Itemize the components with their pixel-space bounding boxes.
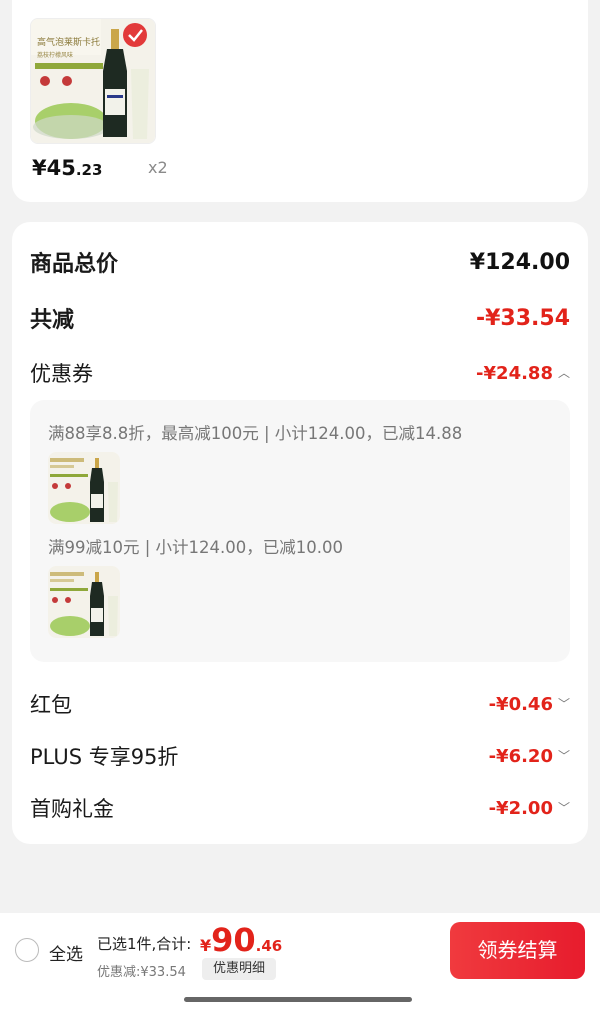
- firstbuy-gift-row[interactable]: 首购礼金 -¥2.00 ﹀: [30, 793, 570, 823]
- total-price-value: ¥124.00: [469, 249, 570, 275]
- product-quantity: x2: [148, 158, 168, 177]
- coupon-value: -¥24.88: [476, 362, 553, 384]
- select-all-radio[interactable]: [15, 938, 39, 962]
- coupon-label: 优惠券: [30, 362, 93, 386]
- chevron-up-icon[interactable]: ︿: [558, 364, 570, 381]
- coupon-row[interactable]: 优惠券 -¥24.88 ︿: [30, 358, 570, 388]
- plus-discount-value: -¥6.20: [488, 745, 553, 767]
- product-price-dec: .23: [75, 161, 103, 179]
- product-image-subtitle: 荔枝柠檬风味: [37, 51, 73, 59]
- plus-discount-label: PLUS 专享95折: [30, 745, 179, 769]
- coupon-product-image-2: [48, 566, 120, 638]
- discount-detail-button[interactable]: 优惠明细: [202, 958, 276, 980]
- total-price-row: 商品总价 ¥124.00: [30, 246, 570, 278]
- product-image[interactable]: 高气泡莱斯卡托 荔枝柠檬风味: [30, 18, 156, 144]
- redpacket-label: 红包: [30, 693, 72, 717]
- select-all-label[interactable]: 全选: [49, 940, 83, 965]
- chevron-down-icon[interactable]: ﹀: [558, 695, 570, 712]
- redpacket-row[interactable]: 红包 -¥0.46 ﹀: [30, 689, 570, 719]
- firstbuy-gift-label: 首购礼金: [30, 797, 114, 821]
- discount-summary-text: 优惠减:¥33.54: [97, 965, 186, 980]
- coupon-rule-2: 满99减10元 | 小计124.00，已减10.00: [48, 538, 344, 557]
- chevron-down-icon[interactable]: ﹀: [558, 747, 570, 764]
- cart-item-card: 高气泡莱斯卡托 荔枝柠檬风味 ¥45.23 x2: [12, 0, 588, 202]
- firstbuy-gift-value: -¥2.00: [488, 797, 553, 819]
- product-price: ¥45.23: [32, 156, 102, 180]
- product-price-int: ¥45: [32, 156, 76, 180]
- product-image-title: 高气泡莱斯卡托: [37, 36, 100, 48]
- selected-count-text: 已选1件,合计:: [97, 935, 192, 953]
- checkout-button[interactable]: 领券结算: [450, 922, 585, 979]
- grand-total-int: 90: [211, 921, 256, 959]
- total-reduce-label: 共减: [30, 308, 75, 333]
- checkout-bar: 全选 已选1件,合计: ¥90.46 优惠减:¥33.54 优惠明细 领券结算: [0, 913, 600, 1012]
- chevron-down-icon[interactable]: ﹀: [558, 799, 570, 816]
- grand-total-dec: .46: [255, 937, 283, 955]
- total-price-label: 商品总价: [30, 252, 119, 277]
- total-reduce-value: -¥33.54: [475, 305, 570, 331]
- redpacket-value: -¥0.46: [488, 693, 553, 715]
- home-indicator[interactable]: [184, 997, 412, 1002]
- coupon-product-image-1: [48, 452, 120, 524]
- coupon-details-panel: 满88享8.8折，最高减100元 | 小计124.00，已减14.88 满99减…: [30, 400, 570, 662]
- coupon-rule-1: 满88享8.8折，最高减100元 | 小计124.00，已减14.88: [48, 424, 463, 443]
- grand-total-currency: ¥: [200, 936, 212, 955]
- grand-total: ¥90.46: [200, 921, 282, 959]
- plus-discount-row[interactable]: PLUS 专享95折 -¥6.20 ﹀: [30, 741, 570, 771]
- total-reduce-row: 共减 -¥33.54: [30, 302, 570, 334]
